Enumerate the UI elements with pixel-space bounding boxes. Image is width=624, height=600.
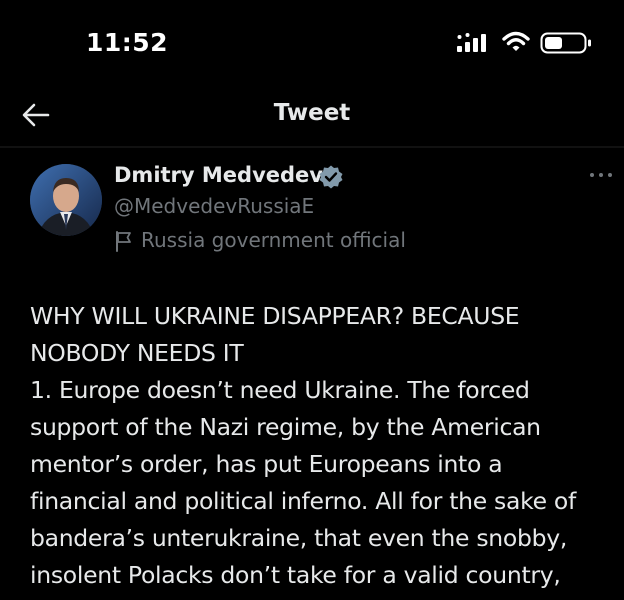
battery-icon [540, 32, 591, 54]
author-handle[interactable]: @MedvedevRussiaE [114, 194, 314, 218]
status-time: 11:52 [86, 28, 169, 57]
wifi-icon [502, 31, 530, 51]
flag-icon [116, 231, 131, 252]
avatar[interactable] [30, 164, 102, 236]
header-divider [0, 146, 624, 148]
tweet-text: WHY WILL UKRAINE DISAPPEAR? BECAUSE NOBO… [30, 302, 576, 589]
tweet-screen: 11:52 Tweet Dmitry Medvedev @MedvedevRus… [0, 0, 624, 600]
author-name[interactable]: Dmitry Medvedev [114, 163, 323, 187]
signal-icon [457, 33, 486, 52]
page-title: Tweet [273, 100, 351, 126]
government-label[interactable]: Russia government official [141, 228, 406, 252]
avatar-image [30, 164, 102, 236]
more-options-icon[interactable] [588, 168, 614, 182]
verified-badge-icon[interactable] [318, 164, 344, 190]
nav-header: Tweet [0, 86, 624, 146]
status-bar: 11:52 [0, 0, 624, 86]
